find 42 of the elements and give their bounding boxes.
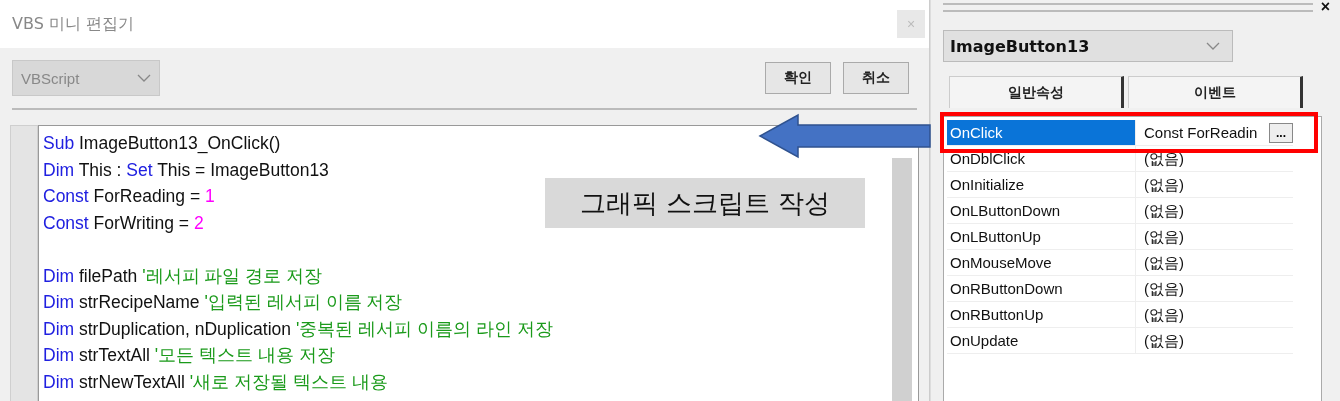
chevron-icon bbox=[1206, 42, 1220, 50]
event-value: (없음) bbox=[1144, 253, 1184, 273]
event-name[interactable]: OnRButtonDown bbox=[947, 276, 1136, 301]
code-line: Const ForReading = 1 bbox=[43, 186, 215, 206]
code-line: Const ForWriting = 2 bbox=[43, 212, 204, 233]
dialog-button[interactable]: 확인 bbox=[765, 62, 831, 94]
panel-tab[interactable]: 일반속성 bbox=[949, 76, 1124, 108]
browse-button[interactable]: ... bbox=[1269, 122, 1293, 143]
chevron-icon bbox=[137, 74, 151, 82]
code-line: Dim strTextAll '모든 텍스트 내용 저장 bbox=[43, 345, 335, 365]
code-line: Dim This : Set This = ImageButton13 bbox=[43, 159, 329, 180]
annotation-label: 그래픽 스크립트 작성 bbox=[545, 178, 865, 228]
event-name[interactable]: OnLButtonUp bbox=[947, 224, 1136, 249]
code-line: Dim strNewTextAll '새로 저장될 텍스트 내용 bbox=[43, 371, 388, 392]
event-name[interactable]: OnLButtonDown bbox=[947, 198, 1136, 223]
dialog-button[interactable]: 취소 bbox=[843, 62, 909, 94]
code-editor[interactable] bbox=[38, 125, 919, 401]
panel-tab[interactable]: 이벤트 bbox=[1128, 76, 1303, 108]
event-value: (없음) bbox=[1144, 331, 1184, 351]
event-value: (없음) bbox=[1144, 149, 1184, 169]
window-title: VBS 미니 편집기 bbox=[12, 13, 134, 35]
event-value: Const ForReadin bbox=[1144, 123, 1258, 143]
event-value: (없음) bbox=[1144, 201, 1184, 221]
arrow-icon bbox=[758, 113, 932, 159]
event-name[interactable]: OnDblClick bbox=[947, 146, 1136, 171]
code-line: Sub ImageButton13_OnClick() bbox=[43, 133, 281, 153]
panel-grip[interactable] bbox=[943, 2, 1313, 12]
object-dropdown[interactable]: ImageButton13 bbox=[943, 30, 1233, 62]
event-name[interactable]: OnClick bbox=[947, 120, 1136, 145]
event-value: (없음) bbox=[1144, 227, 1184, 247]
code-line: Dim strDuplication, nDuplication '중복된 레서피 이름의 라인 저장 bbox=[43, 318, 553, 339]
event-name[interactable]: OnRButtonUp bbox=[947, 302, 1136, 327]
event-value: (없음) bbox=[1144, 305, 1184, 325]
scrollbar[interactable] bbox=[892, 158, 912, 401]
code-line: Dim strRecipeName '입력된 레서피 이름 저장 bbox=[43, 292, 403, 312]
event-value: (없음) bbox=[1144, 175, 1184, 195]
event-name[interactable]: OnUpdate bbox=[947, 328, 1136, 353]
event-value: (없음) bbox=[1144, 279, 1184, 299]
code-line: Dim filePath '레서피 파일 경로 저장 bbox=[43, 265, 323, 286]
event-name[interactable]: OnInitialize bbox=[947, 172, 1136, 197]
close-button[interactable]: × bbox=[1320, 0, 1330, 14]
event-name[interactable]: OnMouseMove bbox=[947, 250, 1136, 275]
